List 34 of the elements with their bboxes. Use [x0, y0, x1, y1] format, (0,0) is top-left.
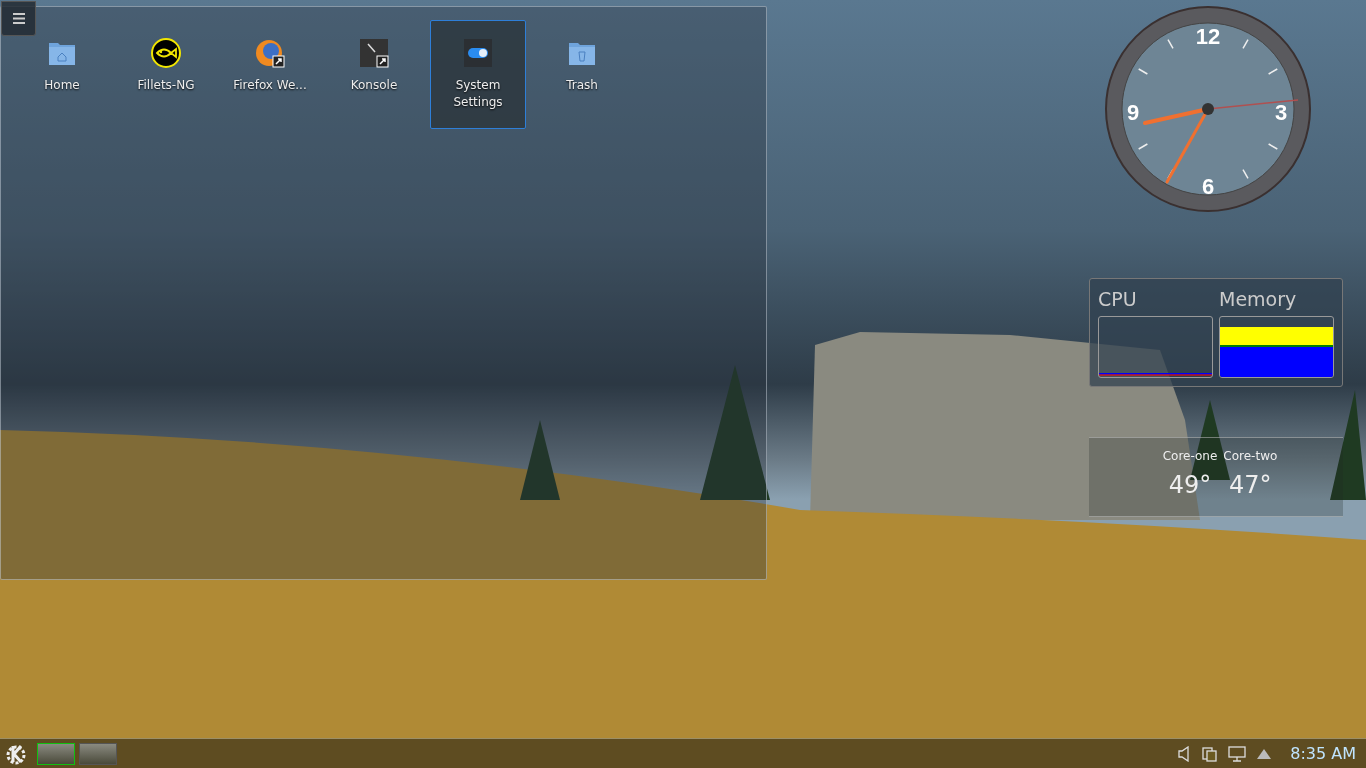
- desktop-icon[interactable]: Konsole: [326, 20, 422, 129]
- meter-label: Memory: [1219, 287, 1298, 311]
- expand-arrow-icon[interactable]: [1256, 747, 1273, 760]
- clock-time[interactable]: 8:35 AM: [1290, 744, 1356, 763]
- clipboard-icon[interactable]: [1202, 745, 1219, 762]
- meter-label: CPU: [1098, 287, 1138, 311]
- virtual-desktop[interactable]: [79, 742, 117, 765]
- desktop-icon[interactable]: Home: [14, 20, 110, 129]
- menu-icon: [12, 13, 25, 24]
- desktop-icon[interactable]: System Settings: [430, 20, 526, 129]
- icon-label: Firefox We...: [232, 77, 308, 94]
- virtual-desktop[interactable]: [37, 742, 75, 765]
- icon-label: Home: [43, 77, 81, 94]
- icon-label: Konsole: [349, 77, 399, 94]
- temperature-reading: 49°: [1168, 470, 1212, 500]
- menu-button[interactable]: [1, 1, 36, 36]
- clock-numeral: 9: [1126, 100, 1140, 125]
- desktop-icon[interactable]: Firefox We...: [222, 20, 318, 129]
- toggle-switch-icon: [462, 37, 494, 69]
- icon-label: System Settings: [452, 77, 504, 111]
- monitor-icon[interactable]: [1228, 745, 1247, 762]
- sensor-label: Core-two: [1223, 448, 1278, 464]
- icon-label: Fillets-NG: [136, 77, 196, 94]
- clock-numeral: 6: [1201, 174, 1215, 199]
- desktop-icon[interactable]: Fillets-NG: [118, 20, 214, 129]
- icon-label: Trash: [565, 77, 599, 94]
- desktop-icon[interactable]: Trash: [534, 20, 630, 129]
- clock-numeral: 12: [1195, 24, 1221, 49]
- temperature-reading: 47°: [1229, 470, 1272, 500]
- fish-icon: [150, 37, 182, 69]
- launcher-icon[interactable]: [5, 742, 27, 765]
- terminal-icon: [358, 37, 390, 69]
- clock-numeral: 3: [1274, 100, 1288, 125]
- browser-icon: [254, 37, 286, 69]
